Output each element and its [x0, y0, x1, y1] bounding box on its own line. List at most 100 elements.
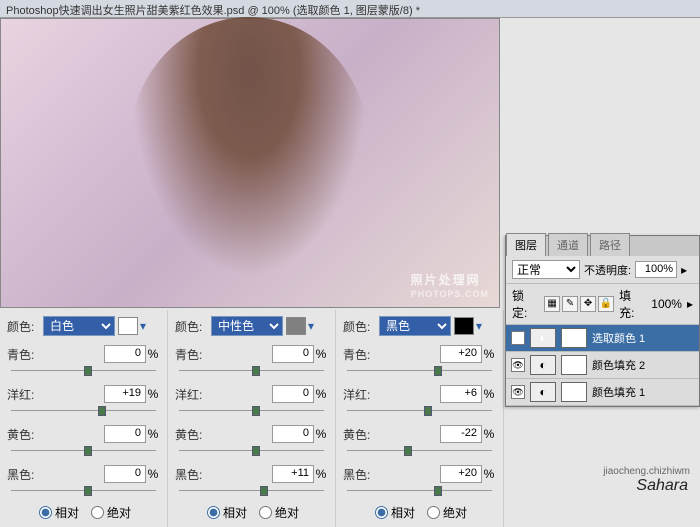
slider-track[interactable]	[179, 367, 324, 375]
slider-row: 黑色:0%	[7, 464, 160, 484]
fill-label: 填充:	[619, 287, 646, 321]
tab-paths[interactable]: 路径	[590, 233, 630, 256]
layer-row[interactable]: 👁◐颜色填充 1	[506, 379, 699, 406]
relative-radio[interactable]: 相对	[39, 504, 79, 521]
adjustment-thumb[interactable]: ◐	[530, 328, 556, 348]
value-input[interactable]: -22	[440, 425, 482, 443]
slider-track[interactable]	[11, 487, 156, 495]
value-input[interactable]: +11	[272, 465, 314, 483]
color-select[interactable]: 中性色 ▾	[211, 316, 314, 336]
layer-row[interactable]: 👁 ◐ 选取颜色 1	[506, 325, 699, 352]
slider-row: 青色:0%	[175, 344, 328, 364]
adjustment-thumb[interactable]: ◐	[530, 382, 556, 402]
lock-pixels-icon[interactable]: ✎	[562, 296, 578, 312]
blend-mode-select[interactable]: 正常	[512, 260, 580, 279]
watermark: 照片处理网 PHOTOPS.COM	[411, 268, 489, 299]
slider-track[interactable]	[347, 407, 492, 415]
slider-track[interactable]	[179, 447, 324, 455]
watermark-sub: PHOTOPS.COM	[411, 289, 489, 299]
document-canvas[interactable]: 照片处理网 PHOTOPS.COM	[0, 18, 500, 308]
percent-label: %	[482, 347, 496, 361]
color-dropdown[interactable]: 黑色	[379, 316, 451, 336]
mask-thumb[interactable]	[561, 355, 587, 375]
slider-track[interactable]	[11, 407, 156, 415]
chevron-right-icon[interactable]: ▸	[681, 263, 687, 277]
slider-row: 洋红:0%	[175, 384, 328, 404]
value-input[interactable]: 0	[272, 425, 314, 443]
chevron-down-icon[interactable]: ▾	[476, 319, 482, 333]
visibility-icon[interactable]: 👁	[511, 385, 525, 399]
slider-thumb[interactable]	[98, 406, 106, 416]
chevron-down-icon[interactable]: ▾	[308, 319, 314, 333]
percent-label: %	[482, 387, 496, 401]
channel-label: 洋红:	[7, 386, 43, 403]
percent-label: %	[146, 347, 160, 361]
chevron-right-icon[interactable]: ▸	[687, 297, 693, 311]
slider-thumb[interactable]	[252, 446, 260, 456]
channel-label: 青色:	[7, 346, 43, 363]
lock-position-icon[interactable]: ✥	[580, 296, 596, 312]
channel-label: 黑色:	[175, 466, 211, 483]
lock-transparency-icon[interactable]: ▦	[544, 296, 560, 312]
slider-track[interactable]	[11, 367, 156, 375]
slider-row: 黄色:0%	[7, 424, 160, 444]
value-input[interactable]: +20	[440, 465, 482, 483]
absolute-radio[interactable]: 绝对	[91, 504, 131, 521]
visibility-icon[interactable]: 👁	[511, 331, 525, 345]
layer-name: 选取颜色 1	[592, 330, 645, 346]
chevron-down-icon[interactable]: ▾	[140, 319, 146, 333]
absolute-radio[interactable]: 绝对	[259, 504, 299, 521]
opacity-value[interactable]: 100%	[635, 261, 677, 278]
value-input[interactable]: 0	[272, 345, 314, 363]
slider-thumb[interactable]	[84, 366, 92, 376]
mask-thumb[interactable]	[561, 382, 587, 402]
slider-thumb[interactable]	[84, 486, 92, 496]
value-input[interactable]: +19	[104, 385, 146, 403]
slider-row: 黄色:-22%	[343, 424, 496, 444]
mask-thumb[interactable]	[561, 328, 587, 348]
slider-thumb[interactable]	[252, 366, 260, 376]
slider-thumb[interactable]	[252, 406, 260, 416]
tab-layers[interactable]: 图层	[506, 233, 546, 256]
slider-thumb[interactable]	[424, 406, 432, 416]
lock-all-icon[interactable]: 🔒	[598, 296, 614, 312]
fill-value[interactable]: 100%	[651, 297, 682, 311]
panel-tabs[interactable]: 图层 通道 路径	[506, 236, 699, 256]
value-input[interactable]: +20	[440, 345, 482, 363]
relative-radio[interactable]: 相对	[207, 504, 247, 521]
value-input[interactable]: 0	[272, 385, 314, 403]
slider-row: 洋红:+19%	[7, 384, 160, 404]
layer-row[interactable]: 👁◐颜色填充 2	[506, 352, 699, 379]
signature: Sahara	[636, 477, 688, 495]
relative-radio[interactable]: 相对	[375, 504, 415, 521]
slider-track[interactable]	[347, 447, 492, 455]
color-label: 颜色:	[7, 318, 43, 335]
slider-thumb[interactable]	[434, 366, 442, 376]
color-dropdown[interactable]: 中性色	[211, 316, 283, 336]
slider-track[interactable]	[179, 407, 324, 415]
source-url: jiaocheng.chizhiwm	[603, 466, 690, 477]
value-input[interactable]: 0	[104, 345, 146, 363]
slider-row: 青色:+20%	[343, 344, 496, 364]
color-swatch	[454, 317, 474, 335]
tab-channels[interactable]: 通道	[548, 233, 588, 256]
value-input[interactable]: 0	[104, 425, 146, 443]
absolute-radio[interactable]: 绝对	[427, 504, 467, 521]
color-select[interactable]: 黑色 ▾	[379, 316, 482, 336]
slider-thumb[interactable]	[434, 486, 442, 496]
slider-track[interactable]	[347, 487, 492, 495]
value-input[interactable]: 0	[104, 465, 146, 483]
adjustment-thumb[interactable]: ◐	[530, 355, 556, 375]
slider-track[interactable]	[179, 487, 324, 495]
color-dropdown[interactable]: 白色	[43, 316, 115, 336]
visibility-icon[interactable]: 👁	[511, 358, 525, 372]
slider-track[interactable]	[347, 367, 492, 375]
color-select[interactable]: 白色 ▾	[43, 316, 146, 336]
slider-thumb[interactable]	[260, 486, 268, 496]
channel-label: 黑色:	[343, 466, 379, 483]
slider-track[interactable]	[11, 447, 156, 455]
slider-thumb[interactable]	[404, 446, 412, 456]
value-input[interactable]: +6	[440, 385, 482, 403]
slider-thumb[interactable]	[84, 446, 92, 456]
channel-label: 洋红:	[343, 386, 379, 403]
